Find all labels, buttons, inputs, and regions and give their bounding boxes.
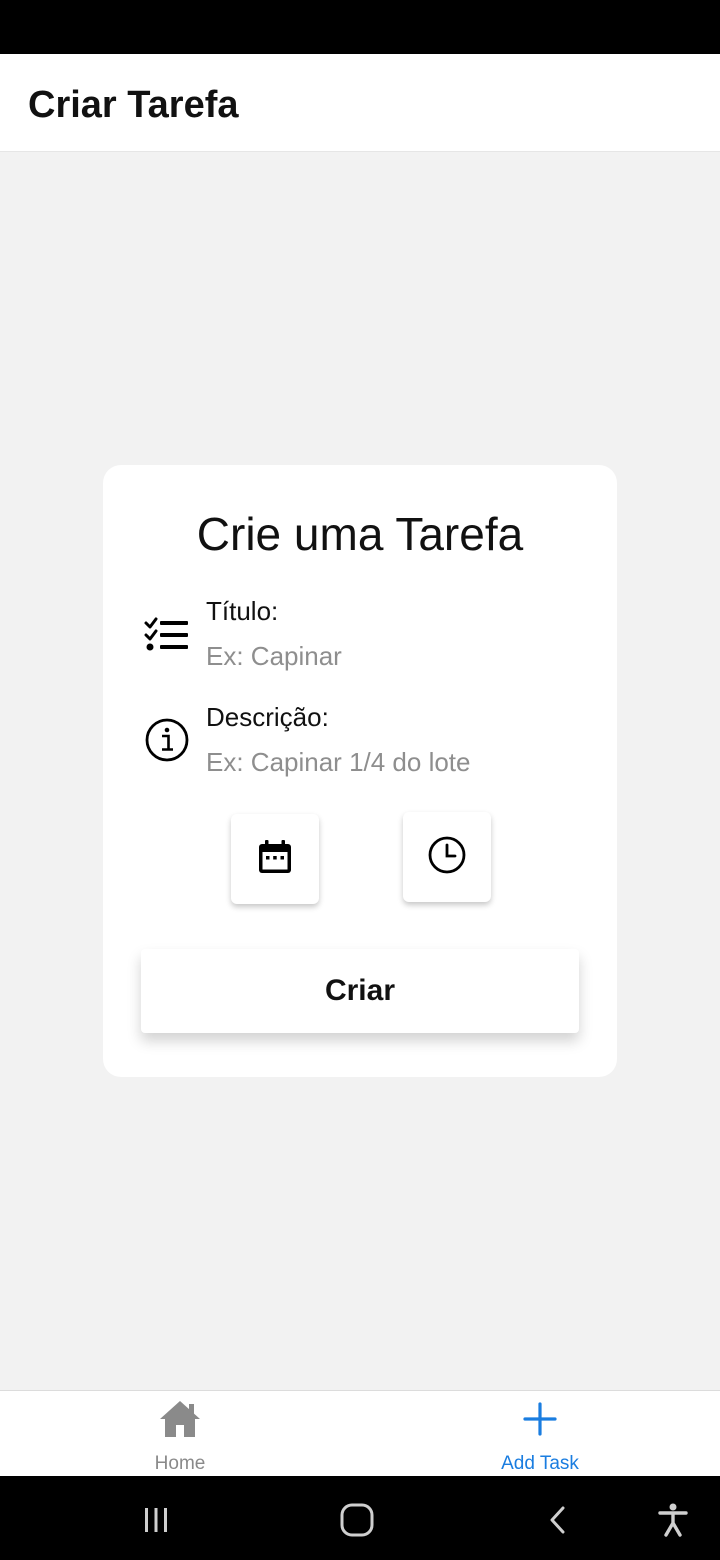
date-picker-button[interactable] — [231, 814, 319, 904]
home-circle-icon[interactable] — [335, 1498, 379, 1542]
criar-button[interactable]: Criar — [141, 949, 579, 1033]
system-nav-bar — [0, 1476, 720, 1560]
info-icon — [143, 716, 191, 764]
title-label: Título: — [206, 596, 279, 626]
page-title: Criar Tarefa — [28, 84, 239, 126]
tab-add-task[interactable]: Add Task — [360, 1391, 720, 1477]
main-content: Crie uma Tarefa Título: Ex: Capinar Desc… — [0, 152, 720, 1390]
recent-apps-icon[interactable] — [134, 1498, 178, 1542]
checklist-icon — [143, 613, 191, 661]
description-label: Descrição: — [206, 702, 329, 732]
accessibility-icon[interactable] — [651, 1498, 695, 1542]
tab-home[interactable]: Home — [0, 1391, 360, 1477]
plus-icon — [518, 1397, 562, 1446]
back-icon[interactable] — [537, 1498, 581, 1542]
time-picker-button[interactable] — [403, 812, 491, 902]
title-field: Título: — [143, 596, 583, 676]
app-header: Criar Tarefa — [0, 54, 720, 152]
tab-home-label: Home — [154, 1453, 206, 1474]
home-icon — [158, 1397, 202, 1446]
status-bar — [0, 0, 720, 54]
tab-add-task-label: Add Task — [501, 1453, 579, 1474]
calendar-icon — [255, 837, 295, 882]
clock-icon — [427, 835, 467, 880]
description-field: Descrição: — [143, 702, 583, 782]
description-input[interactable] — [206, 742, 576, 782]
bottom-tab-bar: Home Add Task — [0, 1390, 720, 1476]
title-input[interactable] — [206, 636, 576, 676]
create-task-card: Crie uma Tarefa Título: Ex: Capinar Desc… — [103, 465, 617, 1077]
card-title: Crie uma Tarefa — [196, 508, 524, 560]
